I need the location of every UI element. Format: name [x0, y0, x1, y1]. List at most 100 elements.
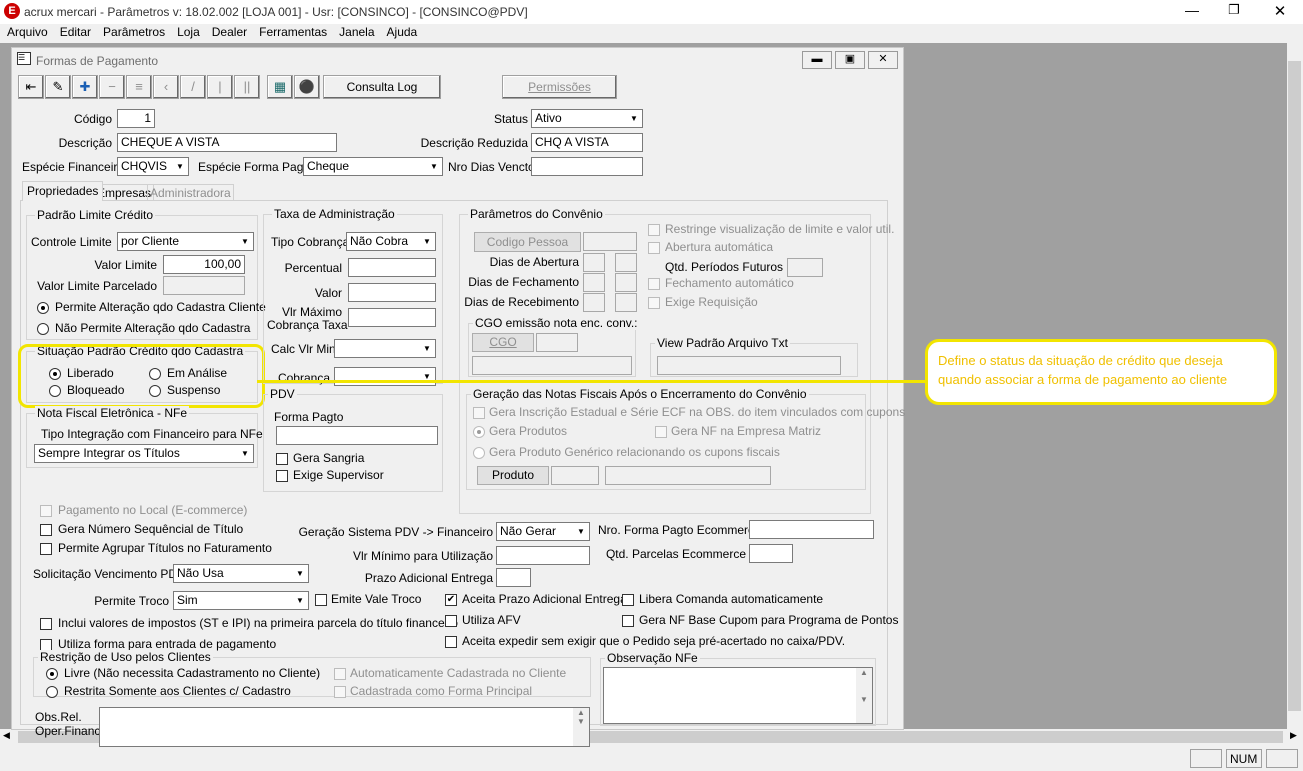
menu-arquivo[interactable]: Arquivo	[0, 24, 53, 39]
gera-sangria-checkbox[interactable]	[276, 453, 288, 465]
percentual-field[interactable]	[348, 258, 436, 277]
gera-inscricao-checkbox[interactable]	[473, 407, 485, 419]
valor-field[interactable]	[348, 283, 436, 302]
controle-select[interactable]: por Cliente ▼	[117, 232, 254, 251]
consulta-log-button[interactable]: Consulta Log	[323, 75, 441, 99]
nao-permite-radio[interactable]	[37, 323, 49, 335]
calc-vlr-min-select[interactable]: ▼	[334, 339, 436, 358]
cobranca-select[interactable]: ▼	[334, 367, 436, 386]
chevron-down-icon[interactable]: ▼	[419, 340, 435, 357]
vlr-minimo-field[interactable]	[496, 546, 590, 565]
chevron-down-icon[interactable]: ▼	[172, 158, 188, 175]
menu-ferramentas[interactable]: Ferramentas	[252, 24, 332, 39]
gera-generico-radio[interactable]	[473, 447, 485, 459]
edit-icon[interactable]: ✎	[45, 75, 71, 99]
last-icon[interactable]: ||	[234, 75, 260, 99]
tab-administradora[interactable]: Administradora	[147, 184, 234, 201]
next-icon[interactable]: |	[207, 75, 233, 99]
view-field[interactable]	[657, 356, 841, 375]
qtd-parcelas-ecom-field[interactable]	[749, 544, 793, 563]
dias-abertura-field-2[interactable]	[615, 253, 637, 272]
cgo-field[interactable]	[536, 333, 578, 352]
restringe-checkbox[interactable]	[648, 224, 660, 236]
aceita-expedir-checkbox[interactable]	[445, 636, 457, 648]
gera-numero-checkbox[interactable]	[40, 524, 52, 536]
codigo-pessoa-field[interactable]	[583, 232, 637, 251]
nro-dias-field[interactable]	[531, 157, 643, 176]
chevron-down-icon[interactable]: ▼	[292, 565, 308, 582]
abertura-checkbox[interactable]	[648, 242, 660, 254]
gera-nf-cupom-checkbox[interactable]	[622, 615, 634, 627]
nro-forma-ecom-field[interactable]	[749, 520, 874, 539]
minimize-icon[interactable]: —	[1180, 2, 1204, 18]
binoculars-icon[interactable]: ⚫	[294, 75, 320, 99]
dias-recebimento-field-1[interactable]	[583, 293, 605, 312]
obs-nfe-textarea[interactable]: ▲ ▼	[603, 667, 873, 724]
gera-nf-matriz-checkbox[interactable]	[655, 426, 667, 438]
dias-abertura-field-1[interactable]	[583, 253, 605, 272]
produto-field[interactable]	[551, 466, 599, 485]
permite-troco-select[interactable]: Sim ▼	[173, 591, 309, 610]
especie-forma-select[interactable]: Cheque ▼	[303, 157, 443, 176]
menu-loja[interactable]: Loja	[170, 24, 205, 39]
grid-icon[interactable]: ▦	[267, 75, 293, 99]
permite-alteracao-radio[interactable]	[37, 302, 49, 314]
cgo-button[interactable]: CGO	[472, 333, 534, 352]
scroll-thumb[interactable]	[1288, 61, 1301, 711]
permissoes-button[interactable]: Permissões	[502, 75, 617, 99]
menu-parametros[interactable]: Parâmetros	[96, 24, 170, 39]
especie-fin-select[interactable]: CHQVIS ▼	[117, 157, 189, 176]
produto-button[interactable]: Produto	[477, 466, 549, 485]
cgo-desc-field[interactable]	[472, 356, 632, 375]
exit-icon[interactable]: ⇤	[18, 75, 44, 99]
geracao-pdv-select[interactable]: Não Gerar ▼	[496, 522, 590, 541]
chevron-down-icon[interactable]: ▼	[426, 158, 442, 175]
save-icon[interactable]: ≡	[126, 75, 152, 99]
tipo-cobranca-select[interactable]: Não Cobra ▼	[346, 232, 436, 251]
window-restore-button[interactable]: ▣	[835, 51, 865, 69]
vale-troco-checkbox[interactable]	[315, 594, 327, 606]
descr-reduzida-field[interactable]: CHQ A VISTA	[531, 133, 643, 152]
aceita-prazo-checkbox[interactable]: ✔	[445, 594, 457, 606]
exige-requisicao-checkbox[interactable]	[648, 297, 660, 309]
tipo-integracao-select[interactable]: Sempre Integrar os Títulos ▼	[34, 444, 254, 463]
obs-rel-scrollbar[interactable]: ▲ ▼	[573, 708, 589, 746]
prazo-adicional-field[interactable]	[496, 568, 531, 587]
parcelado-field[interactable]	[163, 276, 245, 295]
descricao-field[interactable]: CHEQUE A VISTA	[117, 133, 337, 152]
vertical-scrollbar[interactable]	[1287, 43, 1303, 729]
chevron-down-icon[interactable]: ▼	[419, 233, 435, 250]
restore-icon[interactable]: ❐	[1222, 2, 1246, 18]
forma-principal-checkbox[interactable]	[334, 686, 346, 698]
scroll-right-icon[interactable]: ▶	[1290, 730, 1297, 741]
valor-limite-field[interactable]: 100,00	[163, 255, 245, 274]
produto-desc-field[interactable]	[605, 466, 771, 485]
restrita-radio[interactable]	[46, 686, 58, 698]
chevron-down-icon[interactable]: ▼	[292, 592, 308, 609]
chevron-down-icon[interactable]: ▼	[237, 445, 253, 462]
close-icon[interactable]: ✕	[1268, 2, 1292, 20]
codigo-field[interactable]: 1	[117, 109, 155, 128]
pagamento-local-checkbox[interactable]	[40, 505, 52, 517]
menu-janela[interactable]: Janela	[332, 24, 379, 39]
dias-fechamento-field-2[interactable]	[615, 273, 637, 292]
chevron-down-icon[interactable]: ▼	[573, 523, 589, 540]
fechamento-checkbox[interactable]	[648, 278, 660, 290]
menu-dealer[interactable]: Dealer	[205, 24, 252, 39]
status-select[interactable]: Ativo ▼	[531, 109, 643, 128]
menu-ajuda[interactable]: Ajuda	[380, 24, 423, 39]
impostos-checkbox[interactable]	[40, 618, 52, 630]
remove-icon[interactable]: −	[99, 75, 125, 99]
forma-pagto-field[interactable]	[276, 426, 438, 445]
window-close-button[interactable]: ✕	[868, 51, 898, 69]
qtd-periodos-field[interactable]	[787, 258, 823, 277]
first-icon[interactable]: ‹	[153, 75, 179, 99]
obs-nfe-scrollbar[interactable]: ▲ ▼	[856, 668, 872, 723]
gera-produtos-radio[interactable]	[473, 426, 485, 438]
exige-supervisor-checkbox[interactable]	[276, 470, 288, 482]
chevron-down-icon[interactable]: ▼	[237, 233, 253, 250]
add-icon[interactable]: ✚	[72, 75, 98, 99]
tab-propriedades[interactable]: Propriedades	[22, 181, 104, 201]
prev-icon[interactable]: /	[180, 75, 206, 99]
vlr-maximo-field[interactable]	[348, 308, 436, 327]
